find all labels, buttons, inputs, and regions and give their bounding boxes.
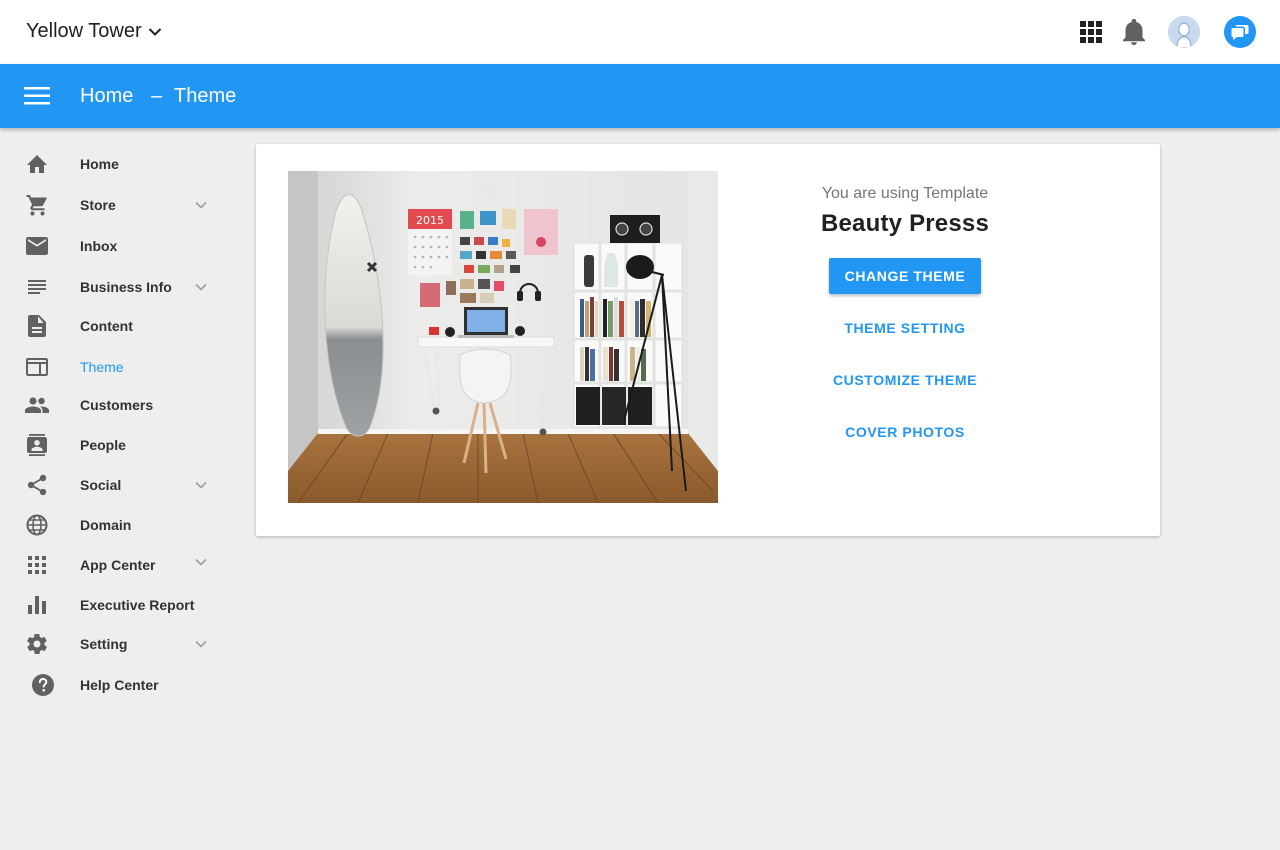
web-layout-icon <box>24 354 50 380</box>
sidebar-item-executive-report[interactable]: Executive Report <box>0 585 230 625</box>
chevron-down-icon <box>193 554 209 570</box>
chevron-down-icon <box>193 636 209 652</box>
sidebar-item-label: Business Info <box>80 279 172 295</box>
template-using-label: You are using Template <box>821 185 989 202</box>
app-bar: Home – Theme <box>0 64 1280 128</box>
contacts-icon <box>24 432 50 458</box>
sidebar-item-label: Social <box>80 477 122 493</box>
sidebar-item-customers[interactable]: Customers <box>0 385 230 425</box>
sidebar-item-label: Customers <box>80 397 154 413</box>
sidebar-item-label: Theme <box>80 359 124 375</box>
sidebar-item-home[interactable]: Home <box>0 144 230 184</box>
sidebar-item-label: Domain <box>80 517 132 533</box>
sidebar-item-store[interactable]: Store <box>0 185 230 225</box>
sidebar-item-domain[interactable]: Domain <box>0 505 230 545</box>
site-switcher[interactable]: Yellow Tower <box>26 20 162 43</box>
gear-icon <box>24 631 50 657</box>
cart-icon <box>24 192 50 218</box>
sidebar-item-business-info[interactable]: Business Info <box>0 267 230 307</box>
breadcrumb-current: Theme <box>174 85 237 107</box>
share-icon <box>24 472 50 498</box>
theme-setting-button[interactable]: THEME SETTING <box>762 302 1048 354</box>
sidebar-item-label: Help Center <box>80 677 159 693</box>
sidebar-item-people[interactable]: People <box>0 425 230 465</box>
sidebar-item-label: Home <box>80 156 119 172</box>
mail-icon <box>24 233 50 259</box>
change-theme-button[interactable]: CHANGE THEME <box>828 258 982 294</box>
theme-preview-image: 2015 <box>288 171 718 503</box>
theme-card: 2015 You are using Template Beauty Press… <box>256 144 1160 536</box>
sidebar-item-social[interactable]: Social <box>0 465 230 505</box>
home-icon <box>24 151 50 177</box>
apps-icon <box>24 552 50 578</box>
sidebar-item-setting[interactable]: Setting <box>0 624 230 664</box>
sidebar-item-help-center[interactable]: Help Center <box>0 665 230 705</box>
template-name: Beauty Presss <box>820 210 990 237</box>
apps-grid-icon[interactable] <box>1075 16 1107 48</box>
hamburger-menu-icon[interactable] <box>21 82 53 110</box>
breadcrumb-home[interactable]: Home <box>80 85 133 108</box>
chevron-down-icon <box>193 279 209 295</box>
lines-icon <box>24 274 50 300</box>
sidebar-item-label: Store <box>80 197 116 213</box>
top-bar: Yellow Tower <box>0 0 1280 64</box>
chevron-down-icon <box>193 197 209 213</box>
chevron-down-icon <box>193 477 209 493</box>
calendar-year: 2015 <box>416 214 444 227</box>
sidebar-item-label: People <box>80 437 126 453</box>
people-icon <box>24 392 50 418</box>
sidebar-item-inbox[interactable]: Inbox <box>0 226 230 266</box>
notifications-bell-icon[interactable] <box>1118 16 1150 48</box>
sidebar-item-label: Inbox <box>80 238 118 254</box>
breadcrumb-separator: – <box>151 85 163 107</box>
sidebar-item-app-center[interactable]: App Center <box>0 545 230 585</box>
sidebar-item-content[interactable]: Content <box>0 306 230 346</box>
theme-info: You are using Template Beauty Presss CHA… <box>762 184 1048 458</box>
sidebar-item-label: Setting <box>80 636 128 652</box>
sidebar-item-theme[interactable]: Theme <box>0 347 230 387</box>
sidebar-item-label: Executive Report <box>80 597 195 613</box>
cover-photos-button[interactable]: COVER PHOTOS <box>762 406 1048 458</box>
help-icon <box>30 672 56 698</box>
globe-icon <box>24 512 50 538</box>
sidebar-item-label: App Center <box>80 557 156 573</box>
document-icon <box>24 313 50 339</box>
chat-icon[interactable] <box>1224 16 1256 48</box>
bar-chart-icon <box>24 592 50 618</box>
customize-theme-button[interactable]: CUSTOMIZE THEME <box>762 354 1048 406</box>
sidebar-item-label: Content <box>80 318 133 334</box>
chevron-down-icon <box>148 27 162 37</box>
user-avatar[interactable] <box>1168 16 1200 48</box>
top-actions <box>1075 16 1256 48</box>
site-name: Yellow Tower <box>26 20 142 42</box>
